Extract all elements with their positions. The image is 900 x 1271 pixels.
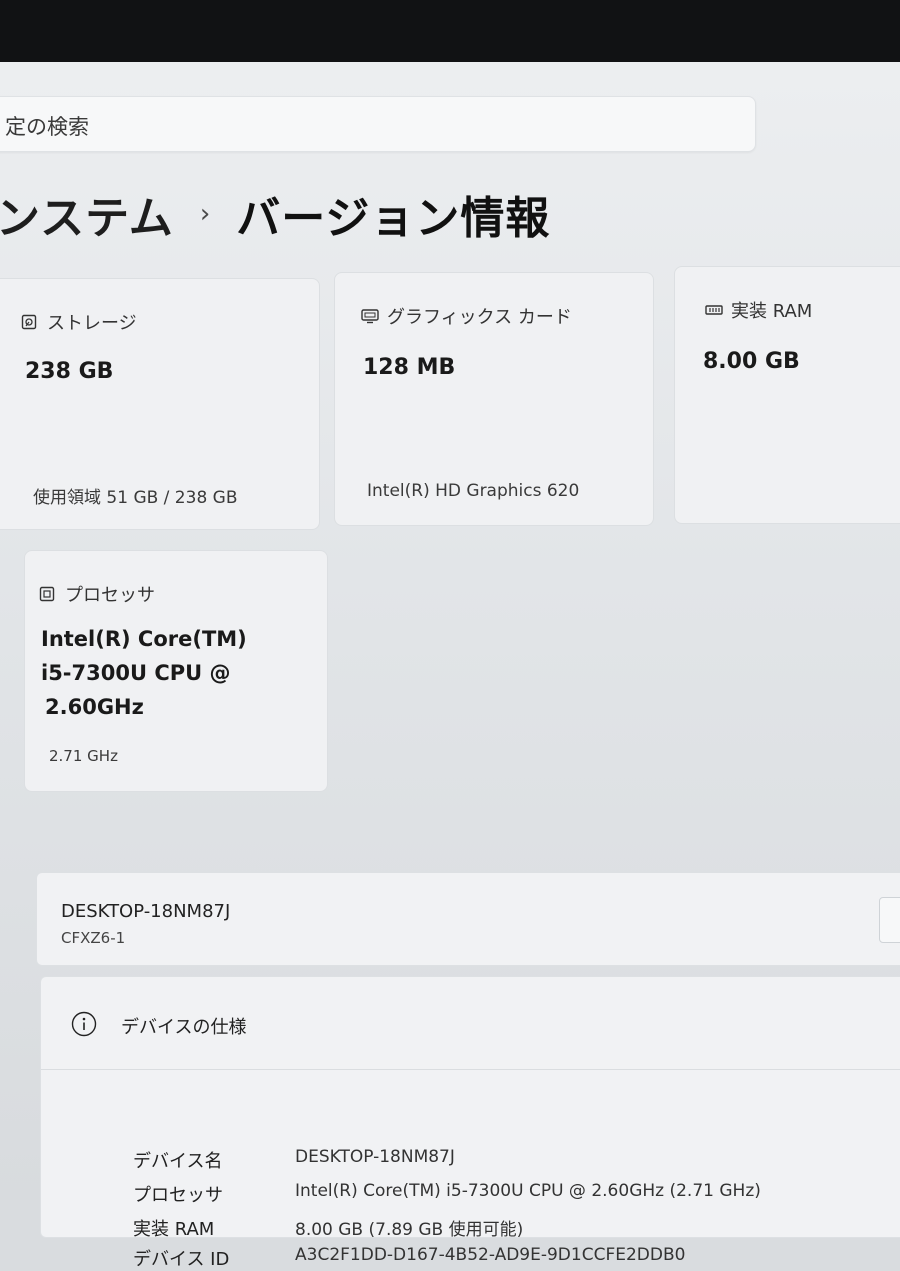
- rename-pc-button[interactable]: [879, 897, 900, 943]
- settings-search-box[interactable]: 定の検索: [0, 96, 756, 152]
- spec-value-ram: 8.00 GB (7.89 GB 使用可能): [295, 1220, 524, 1240]
- storage-usage: 使用領域 51 GB / 238 GB: [33, 488, 238, 508]
- storage-icon: [21, 314, 37, 330]
- storage-card: ストレージ 238 GB 使用領域 51 GB / 238 GB: [0, 278, 320, 530]
- graphics-label: グラフィックス カード: [387, 307, 572, 328]
- breadcrumb-separator: ›: [199, 199, 211, 229]
- spec-value-device-name: DESKTOP-18NM87J: [295, 1147, 455, 1167]
- device-specs-header[interactable]: デバイスの仕様: [71, 1011, 246, 1041]
- cpu-icon: [39, 586, 55, 602]
- processor-card: プロセッサ Intel(R) Core(TM) i5-7300U CPU @ 2…: [24, 550, 328, 792]
- storage-value: 238 GB: [25, 359, 114, 384]
- processor-name-line-2: i5-7300U CPU @: [41, 661, 231, 685]
- search-placeholder: 定の検索: [5, 115, 89, 139]
- breadcrumb: ンステム › バージョン情報: [0, 182, 550, 246]
- spec-label-ram: 実装 RAM: [133, 1219, 215, 1240]
- processor-speed: 2.71 GHz: [49, 747, 118, 765]
- graphics-card: グラフィックス カード 128 MB Intel(R) HD Graphics …: [334, 272, 654, 526]
- graphics-memory: 128 MB: [363, 355, 456, 380]
- device-name: DESKTOP-18NM87J: [61, 901, 231, 922]
- spec-value-processor: Intel(R) Core(TM) i5-7300U CPU @ 2.60GHz…: [295, 1181, 761, 1201]
- info-icon: [71, 1011, 97, 1041]
- device-specs-title: デバイスの仕様: [121, 1017, 247, 1038]
- screen-bezel: [0, 0, 900, 62]
- ram-label: 実装 RAM: [731, 301, 813, 322]
- processor-name-line-1: Intel(R) Core(TM): [41, 627, 247, 651]
- spec-label-device-name: デバイス名: [133, 1151, 223, 1172]
- spec-value-device-id: A3C2F1DD-D167-4B52-AD9E-9D1CCFE2DDB0: [295, 1245, 686, 1265]
- settings-window: 定の検索 ンステム › バージョン情報 ストレージ 238 GB 使用領域 51…: [0, 62, 900, 1270]
- spec-label-device-id: デバイス ID: [133, 1249, 230, 1270]
- device-name-card: DESKTOP-18NM87J CFXZ6-1: [36, 872, 900, 966]
- device-model: CFXZ6-1: [61, 929, 126, 947]
- breadcrumb-system-link[interactable]: ンステム: [0, 182, 174, 246]
- monitor-icon: [361, 308, 379, 324]
- divider: [41, 1069, 900, 1070]
- spec-label-processor: プロセッサ: [133, 1185, 223, 1206]
- page-title: バージョン情報: [236, 193, 551, 244]
- ram-value: 8.00 GB: [703, 349, 800, 374]
- graphics-adapter-name: Intel(R) HD Graphics 620: [367, 481, 580, 501]
- storage-label: ストレージ: [47, 313, 137, 334]
- memory-icon: [705, 302, 723, 318]
- processor-name-line-3: 2.60GHz: [45, 695, 144, 719]
- processor-label: プロセッサ: [65, 585, 155, 606]
- device-specs-section: デバイスの仕様 デバイス名 DESKTOP-18NM87J プロセッサ Inte…: [40, 976, 900, 1270]
- ram-card: 実装 RAM 8.00 GB: [674, 266, 900, 524]
